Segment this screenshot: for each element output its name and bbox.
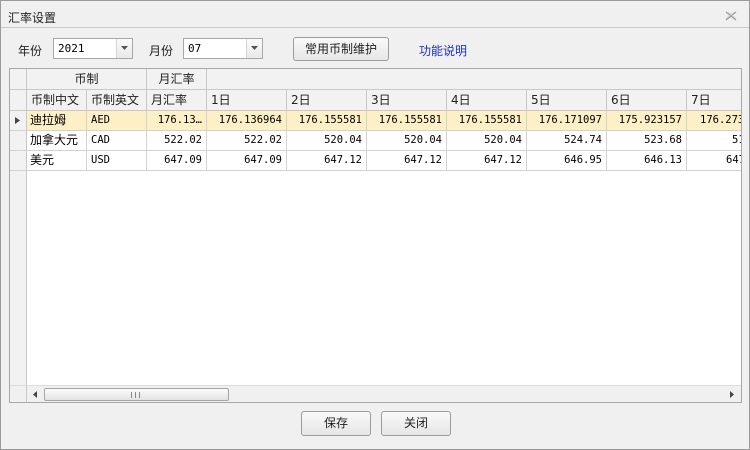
- common-currency-maintain-button[interactable]: 常用币制维护: [293, 37, 389, 61]
- year-dropdown-button[interactable]: [116, 39, 132, 58]
- row-indicator-header: [10, 90, 27, 111]
- row-indicator[interactable]: [10, 151, 27, 171]
- col-header-day[interactable]: 6日: [607, 90, 687, 111]
- cell-day-rate[interactable]: 175.923157: [607, 111, 687, 131]
- col-header-name-cn[interactable]: 币制中文: [27, 90, 87, 111]
- cell-name-cn[interactable]: 加拿大元: [27, 131, 87, 151]
- cell-day-rate[interactable]: 176.136964: [207, 111, 287, 131]
- cell-day-rate[interactable]: 520.04: [447, 131, 527, 151]
- row-indicator[interactable]: [10, 131, 27, 151]
- cell-name-en[interactable]: CAD: [87, 131, 147, 151]
- cell-name-en[interactable]: USD: [87, 151, 147, 171]
- cell-day-rate[interactable]: 176.155581: [367, 111, 447, 131]
- cell-day-rate[interactable]: 176.155581: [287, 111, 367, 131]
- col-header-name-en[interactable]: 币制英文: [87, 90, 147, 111]
- cell-day-rate[interactable]: 647.12: [367, 151, 447, 171]
- close-icon[interactable]: [725, 11, 737, 21]
- cell-monthly-rate[interactable]: 647.09: [147, 151, 207, 171]
- cell-name-cn[interactable]: 美元: [27, 151, 87, 171]
- rate-grid: 币制 月汇率 币制中文 币制英文 月汇率 1日 2日 3日 4日 5日 6日 7…: [9, 68, 742, 403]
- scrollbar-thumb[interactable]: [44, 388, 229, 401]
- title-bar: 汇率设置: [1, 1, 749, 28]
- month-value: 07: [188, 42, 202, 55]
- cell-day-rate[interactable]: 176.171097: [527, 111, 607, 131]
- col-header-day[interactable]: 3日: [367, 90, 447, 111]
- year-select[interactable]: 2021: [53, 38, 133, 59]
- cell-day-rate[interactable]: 520.04: [367, 131, 447, 151]
- save-button[interactable]: 保存: [301, 411, 371, 436]
- row-indicator-column: [10, 171, 27, 385]
- help-link[interactable]: 功能说明: [419, 42, 467, 59]
- cell-name-en[interactable]: AED: [87, 111, 147, 131]
- horizontal-scrollbar[interactable]: [27, 385, 741, 402]
- arrow-left-icon: [33, 391, 37, 398]
- year-value: 2021: [58, 42, 85, 55]
- month-dropdown-button[interactable]: [246, 39, 262, 58]
- group-header-monthly-rate: 月汇率: [147, 69, 207, 90]
- cell-day-rate[interactable]: 176.155581: [447, 111, 527, 131]
- rate-settings-window: 汇率设置 年份 2021 月份 07 常用币制维护 功能说明 币制 月汇率 币制…: [0, 0, 750, 450]
- cell-day-rate[interactable]: 647.12: [287, 151, 367, 171]
- cell-day-rate[interactable]: 51: [687, 131, 741, 151]
- cell-day-rate[interactable]: 647.12: [447, 151, 527, 171]
- scrollbar-grip: [131, 392, 140, 398]
- chevron-down-icon: [121, 46, 128, 50]
- scroll-left-button[interactable]: [27, 386, 44, 402]
- year-label: 年份: [18, 44, 43, 58]
- col-header-day[interactable]: 1日: [207, 90, 287, 111]
- cell-day-rate[interactable]: 647.09: [207, 151, 287, 171]
- chevron-down-icon: [251, 46, 258, 50]
- col-header-day[interactable]: 2日: [287, 90, 367, 111]
- triangle-right-icon: [15, 117, 20, 124]
- month-select[interactable]: 07: [183, 38, 263, 59]
- cell-day-rate[interactable]: 647: [687, 151, 741, 171]
- cell-day-rate[interactable]: 520.04: [287, 131, 367, 151]
- arrow-right-icon: [730, 391, 734, 398]
- scrollbar-corner: [10, 385, 27, 402]
- scroll-right-button[interactable]: [724, 386, 741, 402]
- col-header-monthly-rate[interactable]: 月汇率: [147, 90, 207, 111]
- group-header-currency: 币制: [27, 69, 147, 90]
- window-title: 汇率设置: [8, 11, 57, 25]
- cell-name-cn[interactable]: 迪拉姆: [27, 111, 87, 131]
- col-header-day[interactable]: 5日: [527, 90, 607, 111]
- cell-day-rate[interactable]: 646.95: [527, 151, 607, 171]
- cell-monthly-rate[interactable]: 176.13…: [147, 111, 207, 131]
- group-header-days: [207, 69, 741, 90]
- cell-day-rate[interactable]: 524.74: [527, 131, 607, 151]
- col-header-day[interactable]: 4日: [447, 90, 527, 111]
- row-indicator[interactable]: [10, 111, 27, 131]
- cell-day-rate[interactable]: 522.02: [207, 131, 287, 151]
- cell-day-rate[interactable]: 523.68: [607, 131, 687, 151]
- close-button[interactable]: 关闭: [381, 411, 451, 436]
- month-label: 月份: [149, 44, 174, 58]
- cell-day-rate[interactable]: 176.273: [687, 111, 741, 131]
- cell-monthly-rate[interactable]: 522.02: [147, 131, 207, 151]
- grid-corner-header: [10, 69, 27, 90]
- cell-day-rate[interactable]: 646.13: [607, 151, 687, 171]
- col-header-day[interactable]: 7日: [687, 90, 741, 111]
